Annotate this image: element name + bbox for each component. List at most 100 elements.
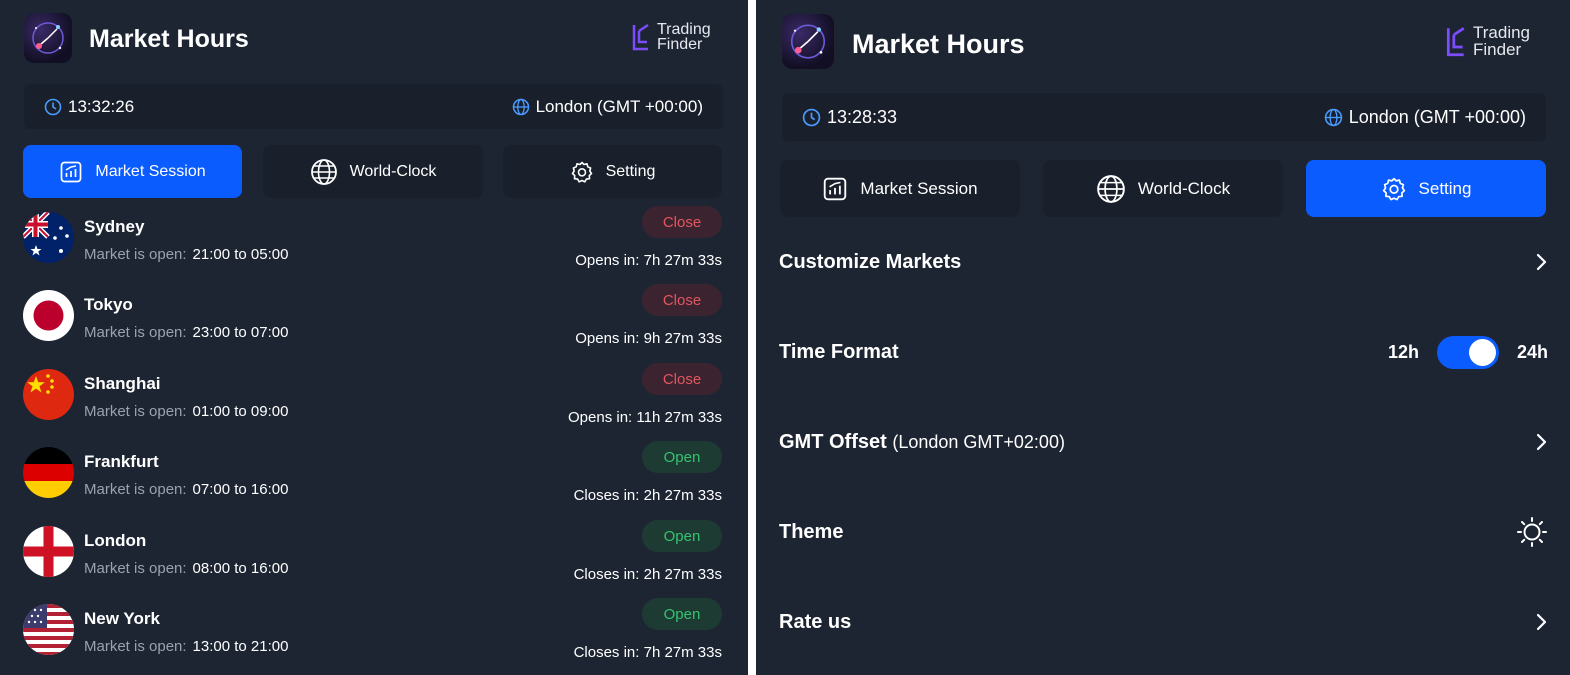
market-hours-label: Market is open:: [84, 560, 187, 577]
gear-icon: [571, 161, 592, 183]
chevron-right-icon: [1536, 433, 1547, 451]
market-hours-label: Market is open:: [84, 246, 187, 263]
market-hours-value: 21:00 to 05:00: [192, 246, 289, 263]
status-badge: Close: [642, 363, 722, 395]
market-hours-value: 07:00 to 16:00: [192, 481, 289, 498]
japan-flag-icon: [23, 290, 74, 341]
market-hours-label: Market is open:: [84, 638, 187, 655]
gmt-offset-title: GMT Offset: [779, 430, 887, 453]
timezone-text: London (GMT +00:00): [535, 96, 703, 116]
market-row-shanghai[interactable]: Shanghai Market is open: 01:00 to 09:00 C…: [0, 363, 748, 447]
market-row-frankfurt[interactable]: Frankfurt Market is open: 07:00 to 16:00 …: [0, 441, 748, 525]
time-format-toggle-group: 12h 24h: [1387, 335, 1548, 369]
timezone-text: London (GMT +00:00): [1348, 106, 1526, 127]
time-format-24h-label: 24h: [1516, 341, 1548, 362]
current-time: 13:32:26: [44, 97, 134, 117]
market-name: Tokyo: [84, 295, 133, 314]
market-hours-value: 23:00 to 07:00: [192, 324, 289, 341]
market-name: Frankfurt: [84, 452, 159, 471]
current-time: 13:28:33: [802, 107, 897, 128]
germany-flag-icon: [23, 447, 74, 498]
market-row-new-york[interactable]: New York Market is open: 13:00 to 21:00 O…: [0, 598, 748, 675]
market-name: New York: [84, 609, 160, 628]
tab-world-clock[interactable]: World-Clock: [263, 145, 483, 198]
tab-market-session-label: Market Session: [860, 178, 978, 198]
market-hours-value: 01:00 to 09:00: [192, 403, 289, 420]
market-hours-label: Market is open:: [84, 403, 187, 420]
chevron-right-icon: [1536, 613, 1547, 631]
market-name: Sydney: [84, 217, 145, 236]
market-hours-label: Market is open:: [84, 481, 187, 498]
usa-flag-icon: [23, 604, 74, 655]
current-time-text: 13:32:26: [68, 96, 135, 116]
sun-icon[interactable]: [1516, 516, 1548, 548]
globe-icon: [310, 158, 337, 185]
tab-market-session-label: Market Session: [95, 162, 206, 180]
trading-finder-logo: Trading Finder: [631, 21, 711, 53]
market-name: London: [84, 531, 147, 550]
trading-finder-logo-icon: [1446, 27, 1465, 57]
market-hours: Market is open: 23:00 to 07:00: [84, 324, 288, 341]
setting-rate-us[interactable]: Rate us: [779, 602, 1548, 642]
setting-time-format: Time Format 12h 24h: [779, 332, 1548, 372]
status-badge: Open: [642, 520, 722, 552]
app-header: Market Hours Trading Finder: [756, 0, 1570, 80]
market-hours: Market is open: 01:00 to 09:00: [84, 403, 288, 420]
setting-theme-label: Theme: [779, 520, 844, 543]
market-countdown: Opens in: 7h 27m 33s: [575, 252, 722, 269]
app-title: Market Hours: [89, 25, 249, 53]
time-format-12h-label: 12h: [1387, 341, 1419, 362]
setting-gmt-offset-label: GMT Offset (London GMT+02:00): [779, 431, 1065, 454]
globe-icon: [1097, 174, 1125, 203]
timezone-selector[interactable]: London (GMT +00:00): [512, 97, 703, 117]
england-flag-icon: [23, 526, 74, 577]
tab-world-clock[interactable]: World-Clock: [1043, 160, 1283, 217]
setting-customize-markets[interactable]: Customize Markets: [779, 242, 1548, 282]
market-countdown: Closes in: 2h 27m 33s: [573, 566, 722, 583]
clock-icon: [44, 98, 62, 115]
australia-flag-icon: [23, 212, 74, 263]
timezone-selector[interactable]: London (GMT +00:00): [1324, 107, 1526, 128]
app-logo-icon: [24, 13, 72, 63]
market-row-tokyo[interactable]: Tokyo Market is open: 23:00 to 07:00 Clos…: [0, 284, 748, 368]
tab-setting[interactable]: Setting: [503, 145, 722, 198]
market-name: Shanghai: [84, 374, 161, 393]
chart-icon: [824, 177, 847, 200]
chevron-right-icon: [1536, 253, 1547, 271]
gmt-offset-value: (London GMT+02:00): [892, 431, 1065, 452]
market-countdown: Closes in: 7h 27m 33s: [573, 644, 722, 661]
trading-finder-logo-icon: [632, 24, 649, 51]
market-hours-value: 13:00 to 21:00: [192, 638, 289, 655]
status-badge: Open: [642, 598, 722, 630]
gear-icon: [1382, 177, 1405, 200]
setting-gmt-offset[interactable]: GMT Offset (London GMT+02:00): [779, 422, 1548, 462]
setting-time-format-label: Time Format: [779, 340, 899, 363]
toggle-knob: [1468, 338, 1496, 366]
globe-icon: [1324, 108, 1342, 126]
globe-icon: [512, 98, 529, 115]
tab-market-session[interactable]: Market Session: [780, 160, 1020, 217]
setting-theme: Theme: [779, 512, 1548, 552]
market-countdown: Opens in: 9h 27m 33s: [575, 330, 722, 347]
tab-market-session[interactable]: Market Session: [23, 145, 242, 198]
brand-line-2: Finder: [1473, 39, 1522, 59]
app-logo-icon: [782, 14, 834, 69]
settings-panel: Market Hours Trading Finder 13:28:33 Lon…: [756, 0, 1570, 675]
market-row-sydney[interactable]: Sydney Market is open: 21:00 to 05:00 Clo…: [0, 206, 748, 290]
tab-world-clock-label: World-Clock: [349, 162, 437, 180]
market-hours: Market is open: 21:00 to 05:00: [84, 246, 288, 263]
setting-rate-us-label: Rate us: [779, 610, 852, 633]
app-title: Market Hours: [852, 29, 1025, 59]
status-badge: Open: [642, 441, 722, 473]
chart-icon: [61, 161, 82, 182]
market-countdown: Opens in: 11h 27m 33s: [568, 409, 722, 426]
market-hours-value: 08:00 to 16:00: [192, 560, 289, 577]
time-format-toggle[interactable]: [1436, 335, 1499, 369]
market-hours: Market is open: 08:00 to 16:00: [84, 560, 288, 577]
market-countdown: Closes in: 2h 27m 33s: [573, 487, 722, 504]
tab-setting[interactable]: Setting: [1306, 160, 1546, 217]
brand-line-1: Trading: [657, 21, 711, 38]
market-row-london[interactable]: London Market is open: 08:00 to 16:00 Ope…: [0, 520, 748, 604]
market-hours-label: Market is open:: [84, 324, 187, 341]
tab-setting-label: Setting: [605, 162, 656, 180]
